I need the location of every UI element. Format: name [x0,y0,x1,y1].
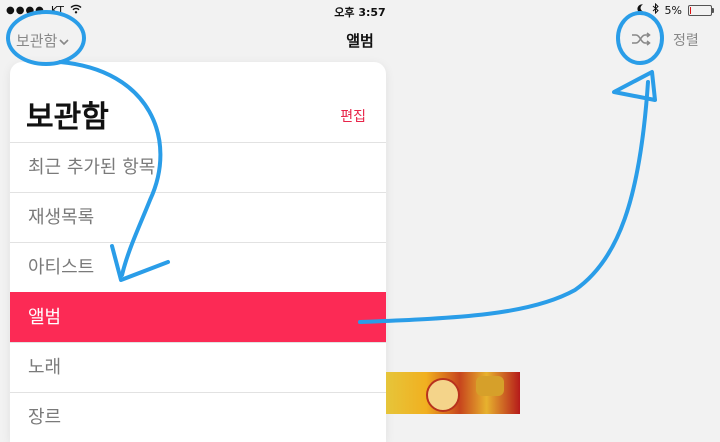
album-artwork[interactable] [386,372,520,414]
status-time: 오후 3:57 [334,6,386,19]
annotation-arrow-up [358,80,650,324]
status-right: 5% [636,2,714,17]
edit-button[interactable]: 편집 [340,106,366,126]
library-item-recently-added[interactable]: 최근 추가된 항목 [10,142,386,192]
shuffle-icon [631,31,651,50]
moon-icon [636,3,646,17]
library-item-genres[interactable]: 장르 [10,392,386,442]
bluetooth-icon [652,2,659,17]
annotation-arrowhead-up [612,70,657,102]
library-item-artists[interactable]: 아티스트 [10,242,386,292]
battery-percent: 5% [664,3,682,17]
album-artwork-shape [476,376,504,396]
status-bar: ●●●● KT 오후 3:57 5% [0,0,720,22]
library-item-songs[interactable]: 노래 [10,342,386,392]
page-title: 앨범 [346,32,374,50]
library-header: 보관함 편집 [10,62,386,142]
battery-fill [690,6,691,14]
battery-icon [688,4,714,16]
sort-button[interactable]: 정렬 [673,30,699,50]
shuffle-button[interactable] [628,30,654,50]
library-panel: 보관함 편집 최근 추가된 항목 재생목록 아티스트 앨범 노래 장르 [10,62,386,442]
library-title: 보관함 [26,100,109,135]
library-item-playlists[interactable]: 재생목록 [10,192,386,242]
album-artwork-shape [426,378,460,412]
library-item-albums[interactable]: 앨범 [10,292,386,342]
navigation-bar: 보관함 앨범 정렬 [0,22,720,60]
